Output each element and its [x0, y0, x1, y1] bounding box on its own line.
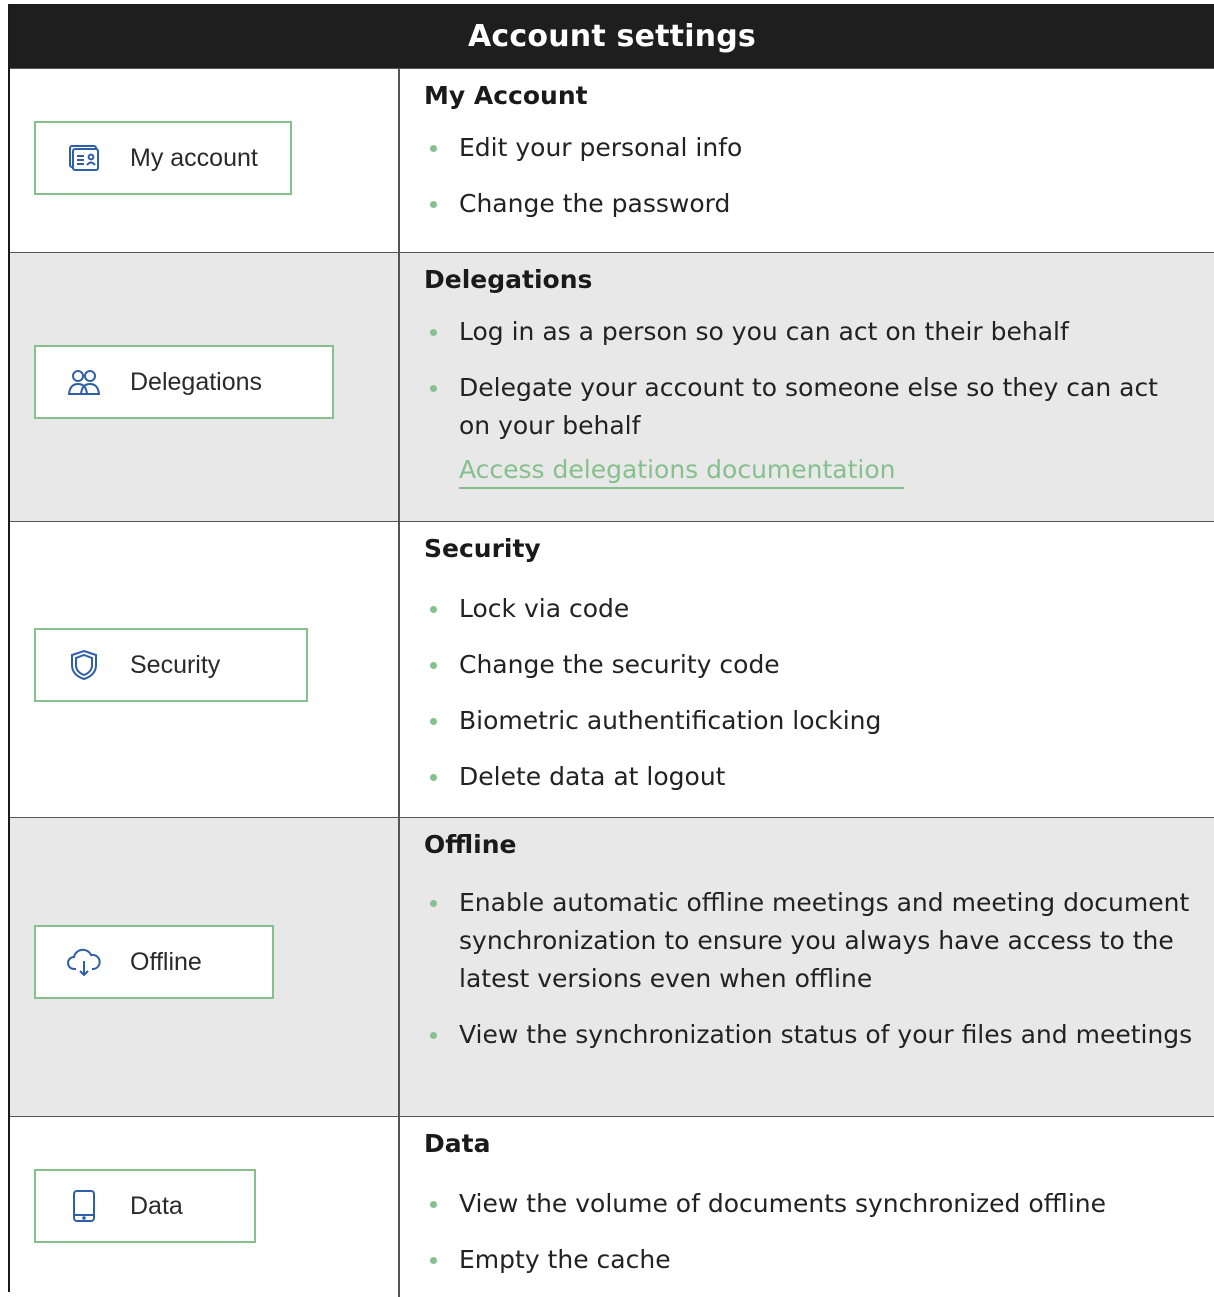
row-left-cell: Offline	[10, 818, 400, 1116]
section-title: Delegations	[424, 265, 593, 294]
button-label: Offline	[130, 947, 202, 976]
my-account-button[interactable]: My account	[34, 121, 292, 195]
id-card-icon	[66, 140, 102, 176]
row-data: Data Data View the volume of documents s…	[10, 1116, 1214, 1297]
row-left-cell: Data	[10, 1117, 400, 1297]
list-item: View the volume of documents synchronize…	[424, 1185, 1194, 1223]
button-label: Delegations	[130, 367, 263, 396]
section-title: Offline	[424, 830, 517, 859]
list-item: Lock via code	[424, 590, 1194, 628]
row-left-cell: Security	[10, 522, 400, 817]
button-label: My account	[130, 143, 258, 172]
offline-button[interactable]: Offline	[34, 925, 274, 999]
bullet-list: View the volume of documents synchronize…	[424, 1185, 1194, 1279]
list-item: Change the password	[424, 185, 1194, 223]
phone-icon	[66, 1188, 102, 1224]
row-my-account: My account My Account Edit your personal…	[10, 68, 1214, 252]
bullet-list: Log in as a person so you can act on the…	[424, 313, 1194, 445]
list-item: Log in as a person so you can act on the…	[424, 313, 1194, 351]
row-right-cell: Offline Enable automatic offline meeting…	[400, 818, 1214, 1116]
list-item: Edit your personal info	[424, 129, 1194, 167]
shield-icon	[66, 647, 102, 683]
list-item: Delete data at logout	[424, 758, 1194, 796]
data-button[interactable]: Data	[34, 1169, 256, 1243]
delegations-button[interactable]: Delegations	[34, 345, 334, 419]
list-item: Enable automatic offline meetings and me…	[424, 884, 1194, 998]
bullet-list: Edit your personal info Change the passw…	[424, 129, 1194, 223]
section-title: Security	[424, 534, 541, 563]
cloud-download-icon	[66, 944, 102, 980]
list-item: View the synchronization status of your …	[424, 1016, 1194, 1054]
table-title: Account settings	[10, 4, 1214, 68]
section-title: My Account	[424, 81, 588, 110]
security-button[interactable]: Security	[34, 628, 308, 702]
bullet-list: Lock via code Change the security code B…	[424, 590, 1194, 796]
list-item: Delegate your account to someone else so…	[424, 369, 1194, 445]
row-right-cell: My Account Edit your personal info Chang…	[400, 69, 1214, 252]
row-security: Security Security Lock via code Change t…	[10, 521, 1214, 817]
section-title: Data	[424, 1129, 491, 1158]
delegations-documentation-link[interactable]: Access delegations documentation	[459, 453, 904, 489]
settings-table: Account settings My account My Account E…	[8, 4, 1214, 1297]
row-delegations: Delegations Delegations Log in as a pers…	[10, 252, 1214, 521]
list-item: Biometric authentification locking	[424, 702, 1194, 740]
button-label: Data	[130, 1191, 183, 1220]
button-label: Security	[130, 650, 221, 679]
bullet-list: Enable automatic offline meetings and me…	[424, 884, 1194, 1054]
list-item: Empty the cache	[424, 1241, 1194, 1279]
row-left-cell: Delegations	[10, 253, 400, 521]
row-offline: Offline Offline Enable automatic offline…	[10, 817, 1214, 1116]
list-item: Change the security code	[424, 646, 1194, 684]
row-left-cell: My account	[10, 69, 400, 252]
users-icon	[66, 364, 102, 400]
row-right-cell: Data View the volume of documents synchr…	[400, 1117, 1214, 1297]
row-right-cell: Delegations Log in as a person so you ca…	[400, 253, 1214, 521]
row-right-cell: Security Lock via code Change the securi…	[400, 522, 1214, 817]
